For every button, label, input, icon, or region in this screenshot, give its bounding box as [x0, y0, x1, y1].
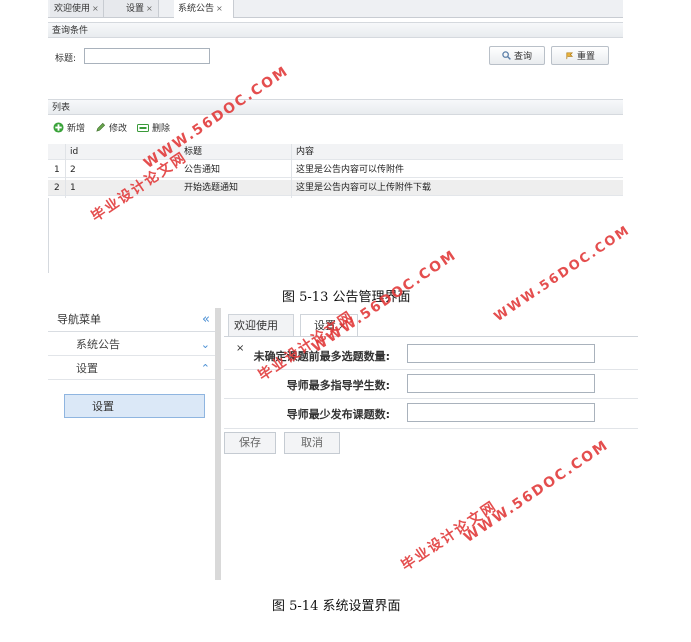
- add-button[interactable]: 新增: [53, 121, 85, 134]
- nav-item-label: 设置: [76, 362, 98, 375]
- delete-label: 删除: [152, 124, 171, 134]
- search-icon: [502, 51, 511, 60]
- splitter[interactable]: [215, 308, 221, 580]
- close-icon[interactable]: ×: [216, 4, 223, 13]
- cell-content: 这里是公告内容可以传附件: [296, 165, 405, 175]
- nav-title-label: 导航菜单: [57, 313, 101, 326]
- tab-label: 欢迎使用: [54, 4, 91, 14]
- row-number: 1: [54, 165, 60, 175]
- figure-caption-2: 图 5-14 系统设置界面: [272, 599, 401, 614]
- table-header: id 标题 内容: [48, 144, 623, 160]
- chevron-up-icon: ⌃: [200, 362, 210, 375]
- cell-id: 1: [70, 183, 76, 193]
- nav-panel: 导航菜单 « 系统公告 ⌄ 设置 ⌃ 设置: [48, 308, 218, 580]
- nav-item-system-notice[interactable]: 系统公告 ⌄: [48, 333, 218, 356]
- pencil-icon: [96, 122, 106, 132]
- form-divider: [224, 428, 638, 429]
- column-header-id: id: [70, 147, 79, 157]
- min-topics-label: 导师最少发布课题数:: [286, 408, 390, 421]
- query-section-header: 查询条件: [48, 22, 623, 38]
- max-topics-input[interactable]: [407, 344, 595, 363]
- add-label: 新增: [67, 124, 86, 134]
- close-icon[interactable]: ×: [146, 4, 153, 13]
- list-toolbar: 新增 修改 删除: [53, 121, 170, 134]
- tab-bar: 欢迎使用 × 设置 × 系统公告 ×: [48, 0, 623, 18]
- cell-id: 2: [70, 165, 76, 175]
- chevron-down-icon: ⌄: [200, 338, 210, 351]
- save-button[interactable]: 保存: [224, 432, 276, 454]
- column-divider: [65, 144, 66, 198]
- panel-edge: [48, 198, 49, 273]
- tab-label: 欢迎使用: [234, 319, 278, 332]
- delete-icon: [137, 123, 150, 132]
- query-button[interactable]: 查询: [489, 46, 545, 65]
- tab-system-notice[interactable]: 系统公告 ×: [174, 0, 234, 18]
- title-label: 标题:: [55, 54, 77, 64]
- max-students-input[interactable]: [407, 374, 595, 393]
- edit-button[interactable]: 修改: [95, 121, 127, 134]
- reset-icon: [566, 52, 574, 60]
- delete-button[interactable]: 删除: [137, 121, 170, 134]
- reset-button-label: 重置: [576, 52, 595, 62]
- collapse-icon[interactable]: «: [202, 308, 210, 332]
- system-settings-screenshot: 导航菜单 « 系统公告 ⌄ 设置 ⌃ 设置 欢迎使用× 设置 × 未确定课题前最多…: [48, 308, 638, 580]
- query-button-label: 查询: [513, 52, 532, 62]
- nav-item-label: 系统公告: [76, 338, 120, 351]
- min-topics-input[interactable]: [407, 403, 595, 422]
- title-input[interactable]: [84, 48, 210, 64]
- list-section-header: 列表: [48, 99, 623, 115]
- form-divider: [224, 398, 638, 399]
- tab-welcome[interactable]: 欢迎使用×: [50, 0, 104, 17]
- column-header-content: 内容: [296, 147, 315, 157]
- row-number: 2: [54, 183, 60, 193]
- notice-management-screenshot: 欢迎使用 × 设置 × 系统公告 × 查询条件 标题: 查询 重置 列表 新增 修改 …: [48, 0, 623, 273]
- add-icon: [53, 122, 64, 133]
- cancel-button[interactable]: 取消: [284, 432, 340, 454]
- column-divider: [291, 144, 292, 198]
- close-icon[interactable]: ×: [92, 4, 99, 13]
- table-row[interactable]: 1 2 公告通知 这里是公告内容可以传附件: [48, 162, 623, 178]
- cell-title: 开始选题通知: [184, 183, 239, 193]
- nav-subitem-settings[interactable]: 设置: [64, 394, 205, 418]
- tab-bar: 欢迎使用× 设置 ×: [224, 314, 638, 354]
- cell-content: 这里是公告内容可以上传附件下载: [296, 183, 432, 193]
- reset-button[interactable]: 重置: [551, 46, 609, 65]
- tab-label: 设置: [126, 4, 145, 14]
- tab-label: 系统公告: [178, 4, 215, 14]
- nav-title: 导航菜单 «: [48, 308, 218, 332]
- tab-welcome[interactable]: 欢迎使用×: [228, 314, 294, 354]
- edit-label: 修改: [109, 124, 128, 134]
- nav-item-settings[interactable]: 设置 ⌃: [48, 357, 218, 380]
- cell-title: 公告通知: [184, 165, 221, 175]
- tab-settings[interactable]: 设置 ×: [104, 0, 159, 17]
